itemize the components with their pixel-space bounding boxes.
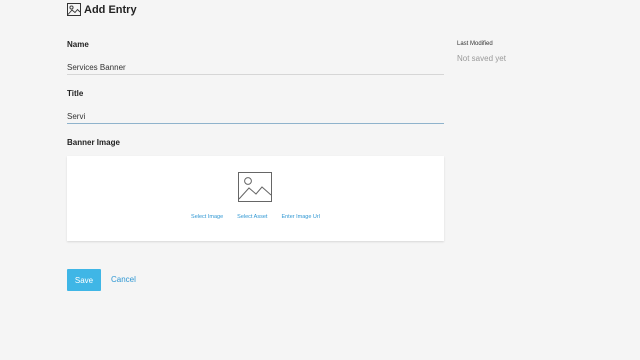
cancel-button[interactable]: Cancel xyxy=(111,275,136,284)
name-label: Name xyxy=(67,40,89,49)
save-button[interactable]: Save xyxy=(67,269,101,291)
banner-image-label: Banner Image xyxy=(67,138,120,147)
enter-image-url-link[interactable]: Enter Image Url xyxy=(281,214,320,220)
title-label: Title xyxy=(67,89,84,98)
name-field[interactable] xyxy=(67,60,444,75)
select-image-link[interactable]: Select Image xyxy=(191,214,223,220)
banner-image-actions: Select Image Select Asset Enter Image Ur… xyxy=(67,214,444,220)
title-field[interactable] xyxy=(67,109,444,124)
last-modified-label: Last Modified xyxy=(457,41,493,47)
add-entry-page: Add Entry Name Title Banner Image Select… xyxy=(0,0,640,360)
image-placeholder-icon xyxy=(238,172,272,202)
last-modified-value: Not saved yet xyxy=(457,54,506,63)
select-asset-link[interactable]: Select Asset xyxy=(237,214,267,220)
page-title: Add Entry xyxy=(84,3,137,16)
image-icon xyxy=(67,3,81,16)
page-header: Add Entry xyxy=(67,3,137,16)
banner-image-dropzone: Select Image Select Asset Enter Image Ur… xyxy=(67,156,444,241)
